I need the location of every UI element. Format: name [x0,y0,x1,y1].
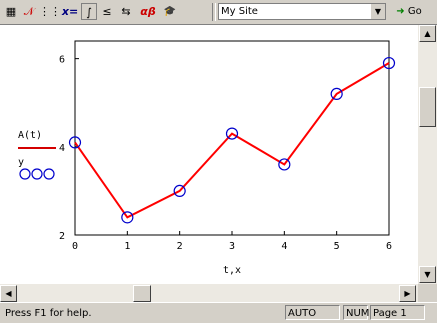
horizontal-scroll-thumb[interactable] [133,285,151,302]
go-button[interactable]: ➜ Go [389,3,429,20]
status-help-text: Press F1 for help. [5,308,92,319]
x-tick-label: 3 [229,241,235,252]
formatting-toolbar: ▦ 𝒩 ⋮⋮ x= ∫ ≤ ⇆ αβ 🎓 My Site ▼ ➜ Go [0,0,437,25]
series-line-a-t [74,62,390,219]
status-page: Page 1 [370,305,425,320]
x-tick-label: 0 [72,241,78,252]
worksheet-area[interactable]: 0 1 2 3 4 5 6 2 4 6 t,x A(t) y [0,25,418,284]
scroll-up-button[interactable]: ▲ [419,25,436,42]
vertical-scrollbar[interactable]: ▲ ▼ [418,25,437,284]
legend-line-label: A(t) [18,130,42,141]
x-tick-label: 5 [334,241,340,252]
horizontal-scrollbar[interactable]: ◀ ▶ [0,284,418,302]
xy-plot[interactable]: 0 1 2 3 4 5 6 2 4 6 t,x A(t) y [0,25,418,284]
vertical-scroll-thumb[interactable] [419,87,436,127]
scroll-left-button[interactable]: ◀ [0,285,17,302]
x-tick-label: 2 [177,241,183,252]
graph-toolbar-button[interactable]: 𝒩 [21,3,37,20]
symbolic-toolbar-button[interactable]: 🎓 [161,3,179,20]
status-num: NUM [343,305,369,320]
go-label: Go [407,6,422,17]
toolbar-separator [212,3,216,21]
boolean-toolbar-button[interactable]: ≤ [99,3,115,20]
x-tick-label: 6 [386,241,392,252]
legend-marker-swatch [19,168,55,180]
status-bar: Press F1 for help. AUTO NUM Page 1 [0,302,437,323]
y-tick-label: 6 [59,55,65,66]
greek-toolbar-button[interactable]: αβ [137,3,159,20]
scrollbar-corner [418,284,437,302]
calculus-toolbar-button[interactable]: ∫ [81,3,97,20]
y-tick-label: 4 [59,143,65,154]
matrix-toolbar-button[interactable]: ⋮⋮ [39,3,61,20]
x-axis-label: t,x [223,265,241,276]
site-combo-box[interactable]: My Site ▼ [218,3,386,20]
site-combo-value: My Site [221,6,258,17]
evaluation-toolbar-button[interactable]: x= [61,3,79,20]
chevron-down-icon[interactable]: ▼ [370,4,385,19]
plot-frame [74,40,390,236]
calculator-toolbar-button[interactable]: ▦ [3,3,19,20]
scroll-down-button[interactable]: ▼ [419,266,436,283]
x-tick-label: 1 [124,241,130,252]
status-auto: AUTO [285,305,340,320]
x-tick-label: 4 [281,241,287,252]
scroll-right-button[interactable]: ▶ [399,285,416,302]
y-tick-label: 2 [59,231,65,242]
legend-marker-label: y [18,157,24,168]
go-arrow-icon: ➜ [396,6,405,17]
programming-toolbar-button[interactable]: ⇆ [117,3,135,20]
